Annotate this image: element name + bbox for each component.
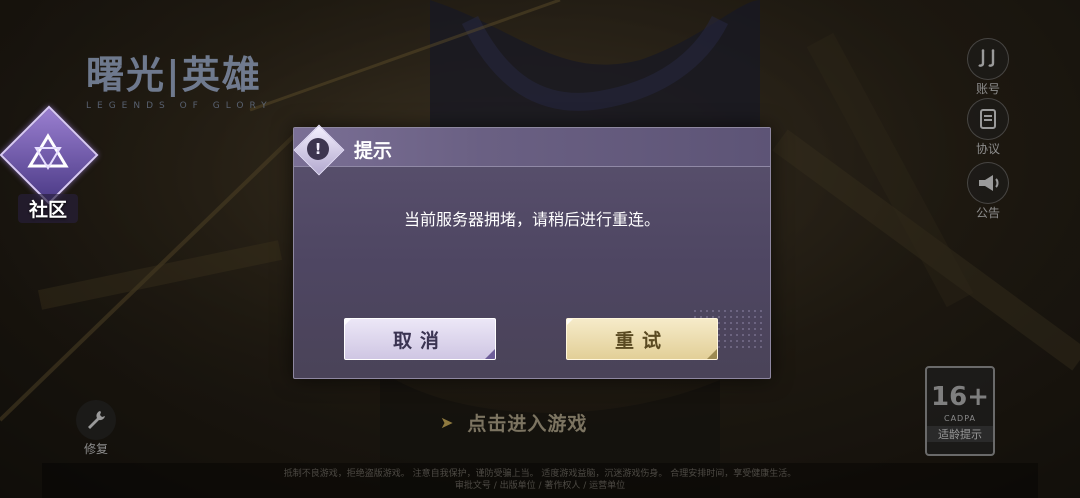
account-label: 账号 [975, 82, 1000, 96]
server-busy-dialog: ! 提示 当前服务器拥堵，请稍后进行重连。 取消 重试 [293, 124, 771, 379]
repair-label: 修复 [83, 442, 108, 456]
button-corner-accent [707, 349, 717, 359]
announcement-label: 公告 [975, 206, 1000, 220]
account-button[interactable]: 账号 [966, 38, 1010, 97]
health-notice: 抵制不良游戏，拒绝盗版游戏。 注意自我保护，谨防受骗上当。 适度游戏益脑，沉迷游… [42, 463, 1038, 498]
enter-game-label: 点击进入游戏 [467, 412, 588, 435]
arrow-right-icon: ➤ [440, 412, 454, 432]
cancel-button[interactable]: 取消 [344, 318, 496, 360]
game-logo: 曙光|英雄 LEGENDS OF GLORY [86, 44, 316, 111]
retry-button[interactable]: 重试 [566, 318, 718, 360]
account-icon [967, 38, 1009, 80]
exclamation-icon: ! [307, 138, 329, 160]
retry-label: 重试 [614, 329, 669, 352]
button-corner-accent [345, 319, 351, 325]
age-rating-org: CADPA [943, 414, 976, 423]
age-rating-tip: 适龄提示 [927, 426, 993, 442]
agreement-icon [967, 98, 1009, 140]
enter-game-button[interactable]: ➤ 点击进入游戏 [440, 406, 700, 438]
announcement-button[interactable]: 公告 [966, 162, 1010, 221]
logo-title: 曙光|英雄 [86, 52, 262, 97]
dialog-title: 提示 [354, 140, 393, 162]
community-label: 社区 [18, 194, 78, 223]
agreement-button[interactable]: 协议 [966, 98, 1010, 157]
community-triangle-icon [27, 133, 69, 170]
age-rating-number: 16+ [931, 382, 989, 412]
logo-subtitle: LEGENDS OF GLORY [86, 101, 273, 111]
health-notice-line2: 审批文号 / 出版单位 / 著作权人 / 运营单位 [454, 481, 626, 491]
agreement-label: 协议 [975, 142, 1000, 156]
cancel-label: 取消 [392, 329, 447, 352]
button-corner-accent [485, 349, 495, 359]
wrench-icon [76, 400, 116, 440]
announcement-icon [967, 162, 1009, 204]
health-notice-line1: 抵制不良游戏，拒绝盗版游戏。 注意自我保护，谨防受骗上当。 适度游戏益脑，沉迷游… [283, 469, 797, 479]
age-rating-badge[interactable]: 16+ CADPA 适龄提示 [925, 366, 995, 456]
dialog-message: 当前服务器拥堵，请稍后进行重连。 [403, 210, 660, 229]
community-button[interactable]: 社区 [0, 105, 99, 223]
repair-button[interactable]: 修复 [74, 400, 118, 457]
button-corner-accent [567, 319, 573, 325]
